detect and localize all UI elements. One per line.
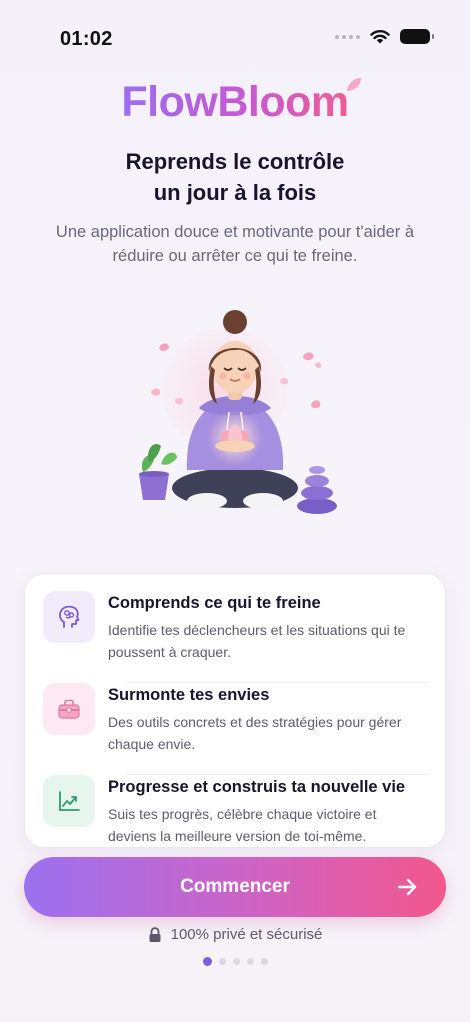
- toolbox-icon: [43, 683, 95, 735]
- page-dot[interactable]: [260, 958, 268, 965]
- page-title: Reprends le contrôle un jour à la fois: [0, 146, 470, 208]
- features-card: Comprends ce qui te freine Identifie tes…: [24, 573, 446, 848]
- feature-title: Comprends ce qui te freine: [108, 594, 321, 612]
- lock-icon: [149, 926, 161, 942]
- meditation-illustration: [139, 310, 337, 514]
- arrow-right-icon: [397, 878, 417, 896]
- petal-icon: [347, 78, 361, 91]
- feature-description: Des outils concrets et des stratégies po…: [108, 714, 402, 752]
- page-dot[interactable]: [218, 958, 226, 965]
- cellular-signal-icon: [335, 34, 360, 39]
- app-name: FlowBloom: [121, 78, 349, 126]
- battery-icon: [400, 29, 434, 44]
- feature-description: Suis tes progrès, célèbre chaque victoir…: [108, 806, 377, 844]
- brand-logo: FlowBloom: [0, 78, 470, 127]
- feature-item: Surmonte tes envies Des outils concrets …: [43, 683, 429, 775]
- start-button-label: Commencer: [180, 876, 290, 897]
- headline-line-1: Reprends le contrôle: [125, 149, 345, 174]
- start-button[interactable]: Commencer: [24, 857, 446, 917]
- status-icons: [335, 29, 434, 44]
- feature-title: Progresse et construis ta nouvelle vie: [108, 778, 406, 796]
- headline-line-2: un jour à la fois: [153, 180, 317, 205]
- brain-head-icon: [43, 591, 95, 643]
- status-time: 01:02: [60, 28, 113, 50]
- feature-title: Surmonte tes envies: [108, 686, 270, 704]
- page-indicator: [0, 957, 470, 966]
- privacy-note: 100% privé et sécurisé: [0, 926, 470, 943]
- feature-description: Identifie tes déclencheurs et les situat…: [108, 622, 406, 660]
- privacy-text: 100% privé et sécurisé: [170, 926, 323, 943]
- page-subtitle: Une application douce et motivante pour …: [55, 223, 415, 265]
- status-bar: 01:02: [0, 0, 470, 76]
- feature-item: Comprends ce qui te freine Identifie tes…: [43, 591, 429, 683]
- trend-chart-icon: [43, 775, 95, 827]
- page-dot-active[interactable]: [202, 957, 212, 966]
- feature-item: Progresse et construis ta nouvelle vie S…: [43, 775, 429, 847]
- page-dot[interactable]: [232, 958, 240, 965]
- page-dot[interactable]: [246, 958, 254, 965]
- wifi-icon: [370, 30, 390, 44]
